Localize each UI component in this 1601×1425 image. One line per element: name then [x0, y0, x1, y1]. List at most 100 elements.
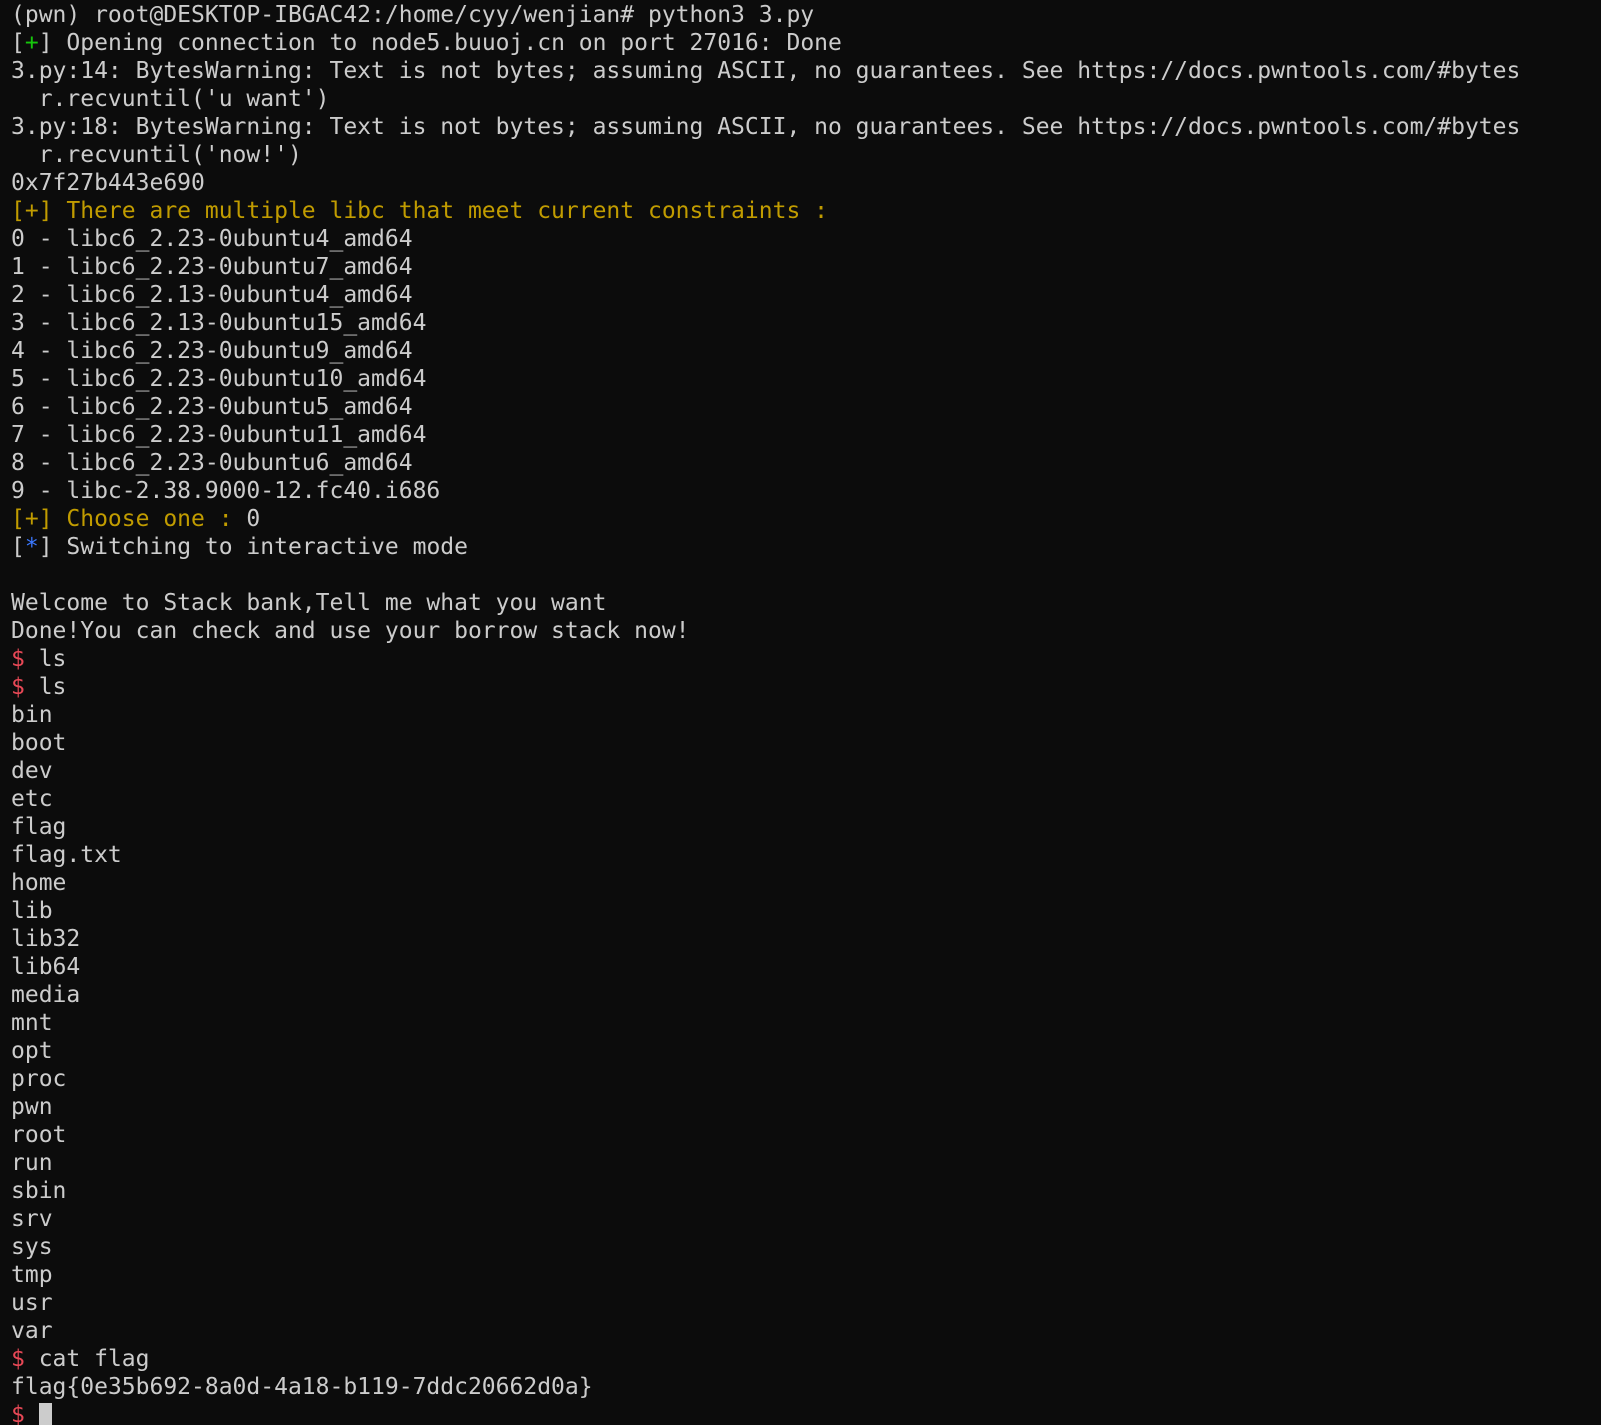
text-segment: dev: [11, 758, 53, 784]
directory-entry: media: [11, 981, 1601, 1009]
text-segment: [+] Choose one :: [11, 506, 247, 532]
text-segment: usr: [11, 1290, 53, 1316]
directory-entry: dev: [11, 757, 1601, 785]
libc-option-line: 4 - libc6_2.23-0ubuntu9_amd64: [11, 337, 1601, 365]
text-segment: sbin: [11, 1178, 67, 1204]
text-segment: var: [11, 1318, 53, 1344]
directory-entry: flag: [11, 813, 1601, 841]
directory-entry: opt: [11, 1037, 1601, 1065]
text-segment: [: [11, 534, 25, 560]
text-segment: ] Opening connection to node5.buuoj.cn o…: [38, 30, 842, 56]
terminal-window[interactable]: (pwn) root@DESKTOP-IBGAC42:/home/cyy/wen…: [0, 0, 1601, 1425]
terminal-output: (pwn) root@DESKTOP-IBGAC42:/home/cyy/wen…: [11, 1, 1601, 1425]
flag-output-line: flag{0e35b692-8a0d-4a18-b119-7ddc20662d0…: [11, 1373, 1601, 1401]
warning-source-line: r.recvuntil('now!'): [11, 141, 1601, 169]
text-segment: pwn: [11, 1094, 53, 1120]
directory-entry: run: [11, 1149, 1601, 1177]
directory-entry: sbin: [11, 1177, 1601, 1205]
directory-entry: sys: [11, 1233, 1601, 1261]
text-segment: lib: [11, 898, 53, 924]
text-segment: flag{0e35b692-8a0d-4a18-b119-7ddc20662d0…: [11, 1374, 593, 1400]
text-segment: r.recvuntil('u want'): [11, 86, 330, 112]
text-segment: boot: [11, 730, 67, 756]
text-segment: (pwn) root@DESKTOP-IBGAC42:/home/cyy/wen…: [11, 2, 815, 28]
directory-entry: var: [11, 1317, 1601, 1345]
text-segment: root: [11, 1122, 67, 1148]
shell-input-line: $ cat flag: [11, 1345, 1601, 1373]
text-segment: $: [11, 1402, 39, 1425]
directory-entry: srv: [11, 1205, 1601, 1233]
libc-notice-line: [+] There are multiple libc that meet cu…: [11, 197, 1601, 225]
directory-entry: root: [11, 1121, 1601, 1149]
text-segment: 7 - libc6_2.23-0ubuntu11_amd64: [11, 422, 427, 448]
directory-entry: boot: [11, 729, 1601, 757]
text-segment: tmp: [11, 1262, 53, 1288]
text-segment: [: [11, 30, 25, 56]
libc-option-line: 0 - libc6_2.23-0ubuntu4_amd64: [11, 225, 1601, 253]
text-segment: 3 - libc6_2.13-0ubuntu15_amd64: [11, 310, 427, 336]
text-segment: ls: [38, 674, 67, 700]
text-segment: 0: [246, 506, 261, 532]
text-segment: 3.py:14: BytesWarning: Text is not bytes…: [11, 58, 1521, 84]
directory-entry: bin: [11, 701, 1601, 729]
directory-entry: tmp: [11, 1261, 1601, 1289]
directory-entry: lib64: [11, 953, 1601, 981]
text-segment: r.recvuntil('now!'): [11, 142, 302, 168]
warning-line: 3.py:18: BytesWarning: Text is not bytes…: [11, 113, 1601, 141]
text-segment: ] Switching to interactive mode: [38, 534, 468, 560]
text-segment: flag.txt: [11, 842, 122, 868]
text-segment: Welcome to Stack bank,Tell me what you w…: [11, 590, 607, 616]
text-segment: 1 - libc6_2.23-0ubuntu7_amd64: [11, 254, 413, 280]
leaked-address-line: 0x7f27b443e690: [11, 169, 1601, 197]
text-segment: 3.py:18: BytesWarning: Text is not bytes…: [11, 114, 1521, 140]
text-segment: media: [11, 982, 81, 1008]
text-segment: 0 - libc6_2.23-0ubuntu4_amd64: [11, 226, 413, 252]
warning-source-line: r.recvuntil('u want'): [11, 85, 1601, 113]
text-segment: 6 - libc6_2.23-0ubuntu5_amd64: [11, 394, 413, 420]
libc-choice-line: [+] Choose one : 0: [11, 505, 1601, 533]
program-output-line: Done!You can check and use your borrow s…: [11, 617, 1601, 645]
libc-option-line: 6 - libc6_2.23-0ubuntu5_amd64: [11, 393, 1601, 421]
libc-option-line: 5 - libc6_2.23-0ubuntu10_amd64: [11, 365, 1601, 393]
text-segment: 0x7f27b443e690: [11, 170, 205, 196]
text-segment: mnt: [11, 1010, 53, 1036]
text-segment: [+] There are multiple libc that meet cu…: [11, 198, 828, 224]
text-segment: run: [11, 1150, 53, 1176]
libc-option-line: 1 - libc6_2.23-0ubuntu7_amd64: [11, 253, 1601, 281]
directory-entry: flag.txt: [11, 841, 1601, 869]
text-segment: $: [11, 674, 39, 700]
text-segment: 2 - libc6_2.13-0ubuntu4_amd64: [11, 282, 413, 308]
directory-entry: mnt: [11, 1009, 1601, 1037]
text-cursor: [38, 1403, 52, 1425]
libc-option-line: 7 - libc6_2.23-0ubuntu11_amd64: [11, 421, 1601, 449]
text-segment: home: [11, 870, 67, 896]
directory-entry: lib: [11, 897, 1601, 925]
program-output-line: Welcome to Stack bank,Tell me what you w…: [11, 589, 1601, 617]
text-segment: etc: [11, 786, 53, 812]
libc-option-line: 8 - libc6_2.23-0ubuntu6_amd64: [11, 449, 1601, 477]
text-segment: lib64: [11, 954, 81, 980]
text-segment: *: [24, 534, 39, 560]
text-segment: cat flag: [38, 1346, 150, 1372]
text-segment: proc: [11, 1066, 67, 1092]
text-segment: 5 - libc6_2.23-0ubuntu10_amd64: [11, 366, 427, 392]
text-segment: $: [11, 646, 39, 672]
libc-option-line: 9 - libc-2.38.9000-12.fc40.i686: [11, 477, 1601, 505]
libc-option-line: 3 - libc6_2.13-0ubuntu15_amd64: [11, 309, 1601, 337]
shell-command-line: (pwn) root@DESKTOP-IBGAC42:/home/cyy/wen…: [11, 1, 1601, 29]
text-segment: opt: [11, 1038, 53, 1064]
text-segment: sys: [11, 1234, 53, 1260]
text-segment: 8 - libc6_2.23-0ubuntu6_amd64: [11, 450, 413, 476]
text-segment: 4 - libc6_2.23-0ubuntu9_amd64: [11, 338, 413, 364]
shell-input-line: $ ls: [11, 673, 1601, 701]
text-segment: 9 - libc-2.38.9000-12.fc40.i686: [11, 478, 441, 504]
connection-status-line: [+] Opening connection to node5.buuoj.cn…: [11, 29, 1601, 57]
interactive-mode-line: [*] Switching to interactive mode: [11, 533, 1601, 561]
directory-entry: lib32: [11, 925, 1601, 953]
warning-line: 3.py:14: BytesWarning: Text is not bytes…: [11, 57, 1601, 85]
text-segment: $: [11, 1346, 39, 1372]
directory-entry: home: [11, 869, 1601, 897]
active-prompt-line: $: [11, 1401, 1601, 1425]
text-segment: lib32: [11, 926, 81, 952]
